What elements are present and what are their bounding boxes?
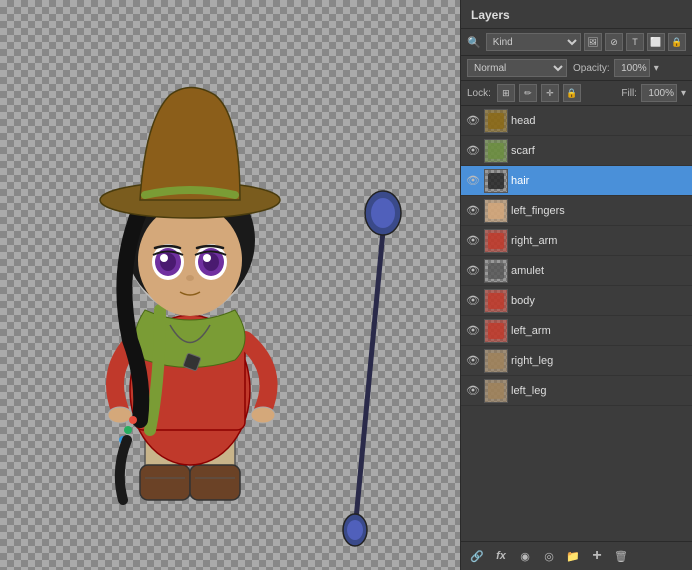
eye-visibility-icon[interactable]: 👁 <box>465 263 481 279</box>
layer-thumbnail <box>484 109 508 133</box>
fill-label: Fill: <box>621 88 637 99</box>
layer-item[interactable]: 👁 left_leg <box>461 376 692 406</box>
lock-row: Lock: ⊞ ✏ ✛ 🔒 Fill: ▾ <box>461 81 692 106</box>
opacity-input[interactable] <box>614 59 650 77</box>
delete-button[interactable]: 🗑 <box>611 546 631 566</box>
layer-name: head <box>511 115 688 127</box>
layer-name: scarf <box>511 145 688 157</box>
layer-item[interactable]: 👁 scarf <box>461 136 692 166</box>
layer-item[interactable]: 👁 left_arm <box>461 316 692 346</box>
lock-position-btn[interactable]: ✛ <box>541 84 559 102</box>
layer-name: amulet <box>511 265 688 277</box>
layer-item[interactable]: 👁 hair <box>461 166 692 196</box>
layer-thumbnail <box>484 319 508 343</box>
layer-name: right_leg <box>511 355 688 367</box>
opacity-chevron[interactable]: ▾ <box>654 63 659 74</box>
eye-visibility-icon[interactable]: 👁 <box>465 293 481 309</box>
layers-title: Layers <box>471 8 510 22</box>
layer-item[interactable]: 👁 body <box>461 286 692 316</box>
layers-footer: 🔗 fx ◉ ◎ 📁 + 🗑 <box>461 541 692 570</box>
layer-name: left_arm <box>511 325 688 337</box>
eye-visibility-icon[interactable]: 👁 <box>465 353 481 369</box>
layer-item[interactable]: 👁 right_arm <box>461 226 692 256</box>
eye-visibility-icon[interactable]: 👁 <box>465 113 481 129</box>
filter-icon-btn-shape[interactable]: ⬜ <box>647 33 665 51</box>
layer-thumbnail <box>484 229 508 253</box>
canvas-area[interactable] <box>0 0 460 570</box>
opacity-label: Opacity: <box>573 63 610 74</box>
layer-name: right_arm <box>511 235 688 247</box>
layer-thumbnail <box>484 349 508 373</box>
lock-image-btn[interactable]: ✏ <box>519 84 537 102</box>
filter-icon: 🔍 <box>467 36 481 49</box>
layers-panel: Layers 🔍 Kind 🖼 ⊘ T ⬜ 🔒 Normal Multiply … <box>460 0 692 570</box>
eye-visibility-icon[interactable]: 👁 <box>465 383 481 399</box>
eye-visibility-icon[interactable]: 👁 <box>465 203 481 219</box>
layer-thumbnail <box>484 289 508 313</box>
fill-chevron[interactable]: ▾ <box>681 88 686 99</box>
blend-mode-select[interactable]: Normal Multiply Screen Overlay <box>467 59 567 77</box>
group-button[interactable]: 📁 <box>563 546 583 566</box>
layer-name: left_fingers <box>511 205 688 217</box>
layer-thumbnail <box>484 379 508 403</box>
layers-list[interactable]: 👁head👁scarf👁hair👁left_fingers👁right_arm👁… <box>461 106 692 541</box>
layer-item[interactable]: 👁 left_fingers <box>461 196 692 226</box>
layer-item[interactable]: 👁 head <box>461 106 692 136</box>
layer-name: hair <box>511 175 688 187</box>
layer-name: body <box>511 295 688 307</box>
filter-icon-btn-smartobj[interactable]: 🔒 <box>668 33 686 51</box>
layer-item[interactable]: 👁 right_leg <box>461 346 692 376</box>
character-canvas <box>0 0 460 570</box>
eye-visibility-icon[interactable]: 👁 <box>465 143 481 159</box>
adjustment-button[interactable]: ◎ <box>539 546 559 566</box>
layer-thumbnail <box>484 259 508 283</box>
filter-icon-btn-type[interactable]: T <box>626 33 644 51</box>
eye-visibility-icon[interactable]: 👁 <box>465 173 481 189</box>
layer-thumbnail <box>484 169 508 193</box>
fill-input[interactable] <box>641 84 677 102</box>
filter-icon-btn-adjust[interactable]: ⊘ <box>605 33 623 51</box>
new-layer-button[interactable]: + <box>587 546 607 566</box>
filter-icon-btn-image[interactable]: 🖼 <box>584 33 602 51</box>
filter-select[interactable]: Kind <box>486 33 581 51</box>
layer-item[interactable]: 👁 amulet <box>461 256 692 286</box>
blend-opacity-row: Normal Multiply Screen Overlay Opacity: … <box>461 56 692 81</box>
link-button[interactable]: 🔗 <box>467 546 487 566</box>
fx-button[interactable]: fx <box>491 546 511 566</box>
lock-transparent-btn[interactable]: ⊞ <box>497 84 515 102</box>
layers-panel-header: Layers <box>461 0 692 29</box>
layer-name: left_leg <box>511 385 688 397</box>
layer-thumbnail <box>484 199 508 223</box>
lock-all-btn[interactable]: 🔒 <box>563 84 581 102</box>
eye-visibility-icon[interactable]: 👁 <box>465 233 481 249</box>
layer-thumbnail <box>484 139 508 163</box>
eye-visibility-icon[interactable]: 👁 <box>465 323 481 339</box>
mask-button[interactable]: ◉ <box>515 546 535 566</box>
filter-row: 🔍 Kind 🖼 ⊘ T ⬜ 🔒 <box>461 29 692 56</box>
lock-label: Lock: <box>467 88 491 99</box>
